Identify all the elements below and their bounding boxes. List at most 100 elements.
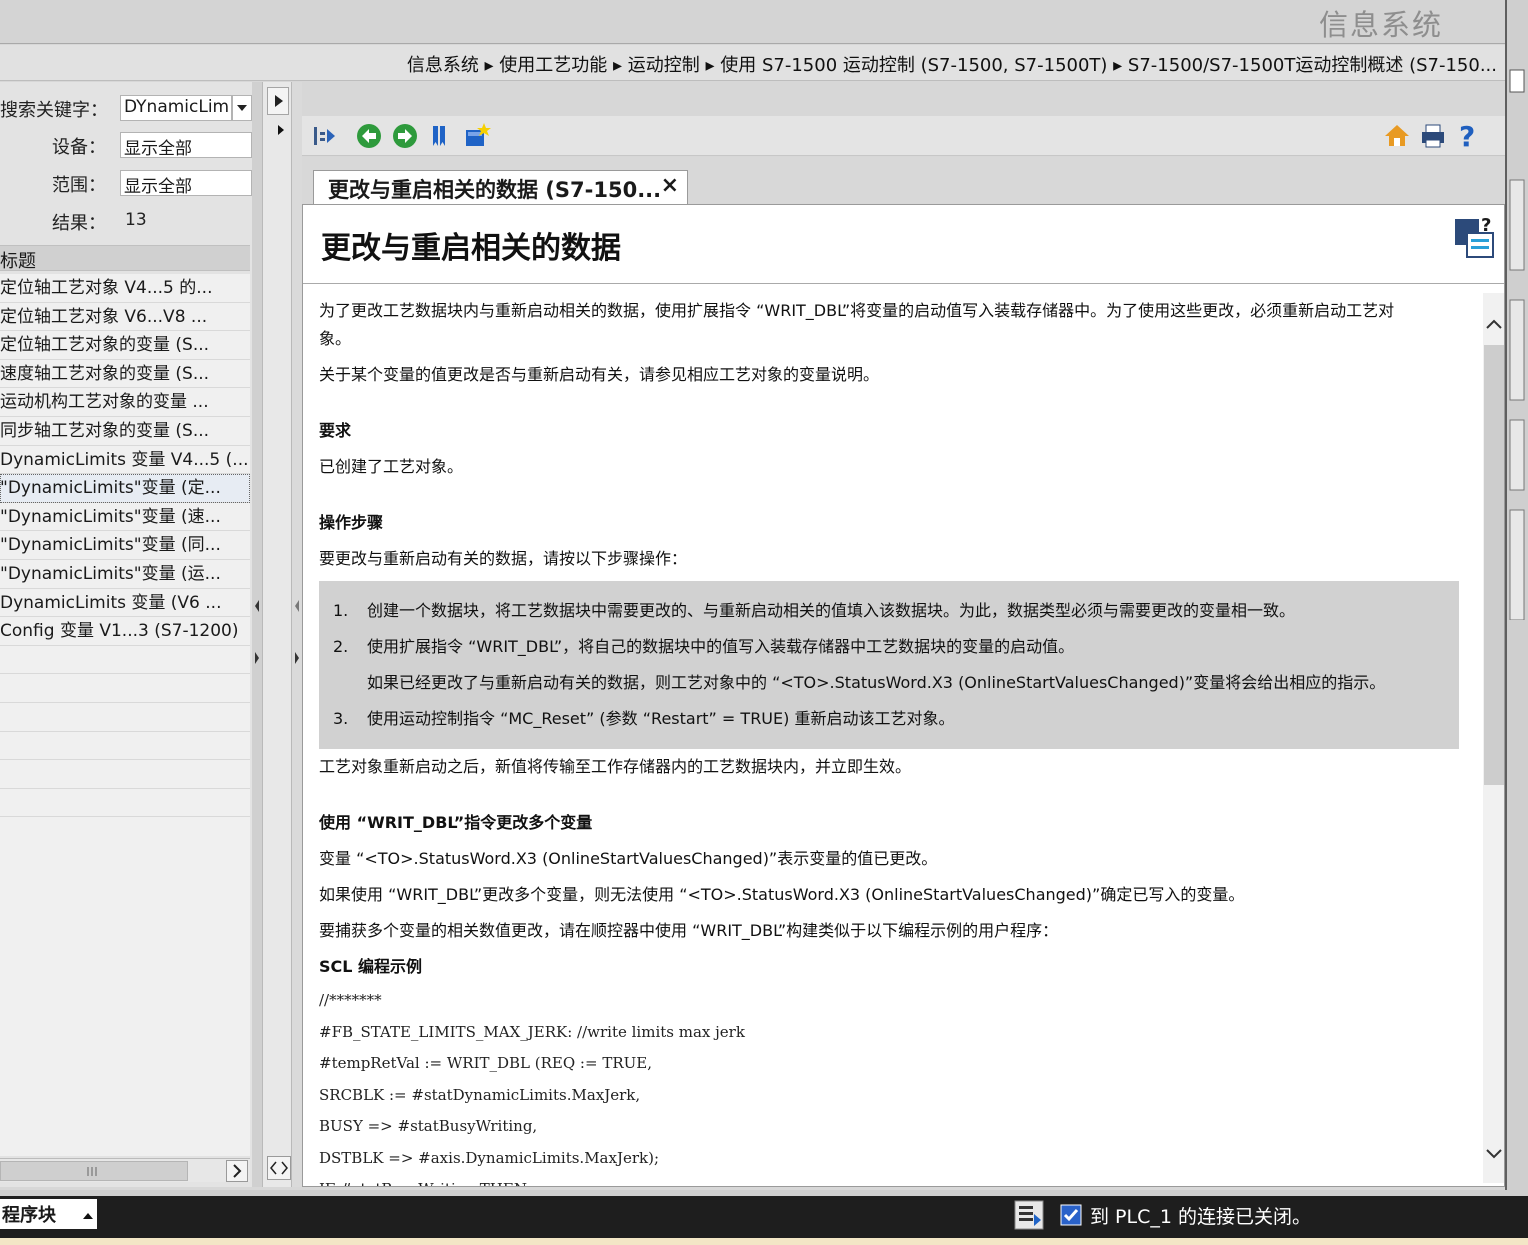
status-bar-edge [0, 1190, 1528, 1196]
chevron-right-icon [233, 1164, 242, 1178]
toc-sync-icon[interactable] [312, 124, 338, 148]
splitter-arrows-icon [255, 600, 259, 664]
svg-text:?: ? [1459, 121, 1475, 151]
section-heading: 要求 [319, 421, 352, 440]
connection-status: 到 PLC_1 的连接已关闭。 [1090, 1206, 1311, 1228]
list-item[interactable]: 定位轴工艺对象 V6...V8 ... [0, 303, 250, 332]
home-icon[interactable] [1384, 123, 1410, 149]
keyword-dropdown-button[interactable] [232, 95, 252, 121]
empty-row [0, 674, 250, 703]
breadcrumb-bar: 信息系统 ▸ 使用工艺功能 ▸ 运动控制 ▸ 使用 S7-1500 运动控制 (… [0, 45, 1505, 81]
step-item: 2. 使用扩展指令 “WRIT_DBL”，将自己的数据块中的值写入装载存储器中工艺… [319, 629, 1459, 665]
empty-row [0, 703, 250, 732]
editor-tab-program-blocks[interactable]: 程序块 [0, 1199, 97, 1229]
list-item[interactable]: DynamicLimits 变量 V4...5 (... [0, 446, 250, 475]
list-item[interactable]: Config 变量 V1...3 (S7-1200) [0, 617, 250, 646]
divider [303, 283, 1504, 284]
scrollbar-thumb[interactable] [0, 1161, 188, 1181]
context-help-icon[interactable]: ? [1453, 215, 1497, 259]
grip-icon [87, 1167, 97, 1176]
results-list: 定位轴工艺对象 V4...5 的... 定位轴工艺对象 V6...V8 ... … [0, 274, 250, 1156]
page-title: 更改与重启相关的数据 [321, 231, 621, 266]
step-number: 3. [333, 709, 349, 728]
results-column-header[interactable]: 标题 [0, 245, 250, 272]
side-task-cards [1505, 0, 1528, 1190]
print-icon[interactable] [1420, 123, 1446, 149]
empty-row [0, 732, 250, 761]
paragraph: 要更改与重新启动有关的数据，请按以下步骤操作： [319, 549, 688, 568]
task-card-tabs-icon[interactable] [1507, 0, 1528, 620]
scrollbar-thumb[interactable] [1484, 345, 1504, 785]
keyword-label: 搜索关键字： [0, 100, 108, 121]
breadcrumb[interactable]: 信息系统 ▸ 使用工艺功能 ▸ 运动控制 ▸ 使用 S7-1500 运动控制 (… [407, 51, 1497, 77]
step-text: 创建一个数据块，将工艺数据块中需要更改的、与重新启动相关的值填入该数据块。为此，… [367, 601, 1296, 620]
device-label: 设备： [52, 137, 106, 158]
list-item[interactable]: 定位轴工艺对象 V4...5 的... [0, 274, 250, 303]
step-note: 如果已经更改了与重新启动有关的数据，则工艺对象中的 “<TO>.StatusWo… [367, 673, 1386, 692]
device-field[interactable]: 显示全部 [120, 132, 252, 158]
editor-tab-label: 程序块 [2, 1205, 56, 1226]
paragraph: 为了更改工艺数据块内与重新启动相关的数据，使用扩展指令 “WRIT_DBL”将变… [319, 301, 1395, 320]
list-item[interactable]: 定位轴工艺对象的变量 (S... [0, 331, 250, 360]
app-header: 信息系统 [0, 0, 1505, 44]
step-number: 2. [333, 637, 349, 656]
list-item[interactable]: 同步轴工艺对象的变量 (S... [0, 417, 250, 446]
help-toolbar: ? [302, 116, 1505, 156]
code-line: DSTBLK => #axis.DynamicLimits.MaxJerk); [319, 1148, 660, 1167]
new-bookmark-icon[interactable] [464, 121, 492, 149]
step-text: 使用运动控制指令 “MC_Reset” (参数 “Restart” = TRUE… [367, 709, 955, 728]
horizontal-scrollbar[interactable] [0, 1158, 250, 1182]
splitter[interactable] [252, 82, 262, 1187]
result-label: 结果： [52, 213, 106, 234]
section-heading: 使用 “WRIT_DBL”指令更改多个变量 [319, 813, 593, 832]
section-heading: SCL 编程示例 [319, 957, 423, 976]
bookmarks-icon[interactable] [430, 123, 454, 149]
collapse-button[interactable] [267, 87, 289, 115]
play-right-icon [275, 95, 283, 107]
document-view: 更改与重启相关的数据 ? 为了更改工艺数据块内与重新启动相关的数据，使用扩展指令… [302, 204, 1505, 1187]
code-line: #FB_STATE_LIMITS_MAX_JERK: //write limit… [319, 1022, 745, 1041]
empty-row [0, 646, 250, 675]
keyword-input[interactable]: DYnamicLim [120, 95, 232, 121]
chevron-up-icon[interactable] [1485, 317, 1503, 331]
list-item[interactable]: 速度轴工艺对象的变量 (S... [0, 360, 250, 389]
scope-field[interactable]: 显示全部 [120, 170, 252, 196]
tab-title: 更改与重启相关的数据 (S7-150... [328, 178, 662, 202]
scope-label: 范围： [52, 175, 106, 196]
code-line: SRCBLK := #statDynamicLimits.MaxJerk, [319, 1085, 641, 1104]
list-item[interactable]: "DynamicLimits"变量 (同... [0, 531, 250, 560]
diagnostics-icon[interactable] [1014, 1200, 1044, 1230]
paragraph: 工艺对象重新启动之后，新值将传输至工作存储器内的工艺数据块内，并立即生效。 [319, 757, 912, 776]
step-item: 3. 使用运动控制指令 “MC_Reset” (参数 “Restart” = TR… [319, 701, 1459, 737]
list-item-selected[interactable]: "DynamicLimits"变量 (定... [0, 474, 250, 503]
paragraph: 要捕获多个变量的相关数值更改，请在顺控器中使用 “WRIT_DBL”构建类似于以… [319, 921, 1059, 940]
list-item[interactable]: 运动机构工艺对象的变量 ... [0, 388, 250, 417]
step-item: 1. 创建一个数据块，将工艺数据块中需要更改的、与重新启动相关的值填入该数据块。为… [319, 593, 1459, 629]
help-question-icon[interactable]: ? [1456, 121, 1478, 151]
arrow-right-icon[interactable] [277, 124, 285, 136]
back-arrow-icon[interactable] [356, 123, 382, 149]
splitter[interactable] [292, 82, 302, 1187]
empty-row [0, 789, 250, 818]
list-item[interactable]: "DynamicLimits"变量 (速... [0, 503, 250, 532]
forward-arrow-icon[interactable] [392, 123, 418, 149]
chevron-down-icon[interactable] [1485, 1147, 1503, 1161]
splitter-arrows-icon [295, 600, 299, 664]
paragraph: 变量 “<TO>.StatusWord.X3 (OnlineStartValue… [319, 849, 938, 868]
list-item[interactable]: DynamicLimits 变量 (V6 ... [0, 589, 250, 618]
code-line: //******* [319, 991, 382, 1009]
list-item[interactable]: "DynamicLimits"变量 (运... [0, 560, 250, 589]
paragraph: 象。 [319, 329, 352, 348]
paragraph: 如果使用 “WRIT_DBL”更改多个变量，则无法使用 “<TO>.Status… [319, 885, 1245, 904]
paragraph: 关于某个变量的值更改是否与重新启动有关，请参见相应工艺对象的变量说明。 [319, 365, 880, 384]
chevron-down-icon [237, 105, 247, 111]
code-line: BUSY => #statBusyWriting, [319, 1117, 538, 1135]
document-body: 为了更改工艺数据块内与重新启动相关的数据，使用扩展指令 “WRIT_DBL”将变… [319, 293, 1479, 1186]
scroll-right-button[interactable] [226, 1160, 248, 1182]
close-icon[interactable]: × [661, 173, 679, 198]
expand-both-icon[interactable] [267, 1156, 291, 1180]
tab-document[interactable]: 更改与重启相关的数据 (S7-150... × [313, 170, 688, 205]
checkbox-checked-icon[interactable] [1060, 1204, 1082, 1226]
chevron-up-icon [83, 1213, 93, 1219]
taskbar-edge [0, 1238, 1528, 1245]
